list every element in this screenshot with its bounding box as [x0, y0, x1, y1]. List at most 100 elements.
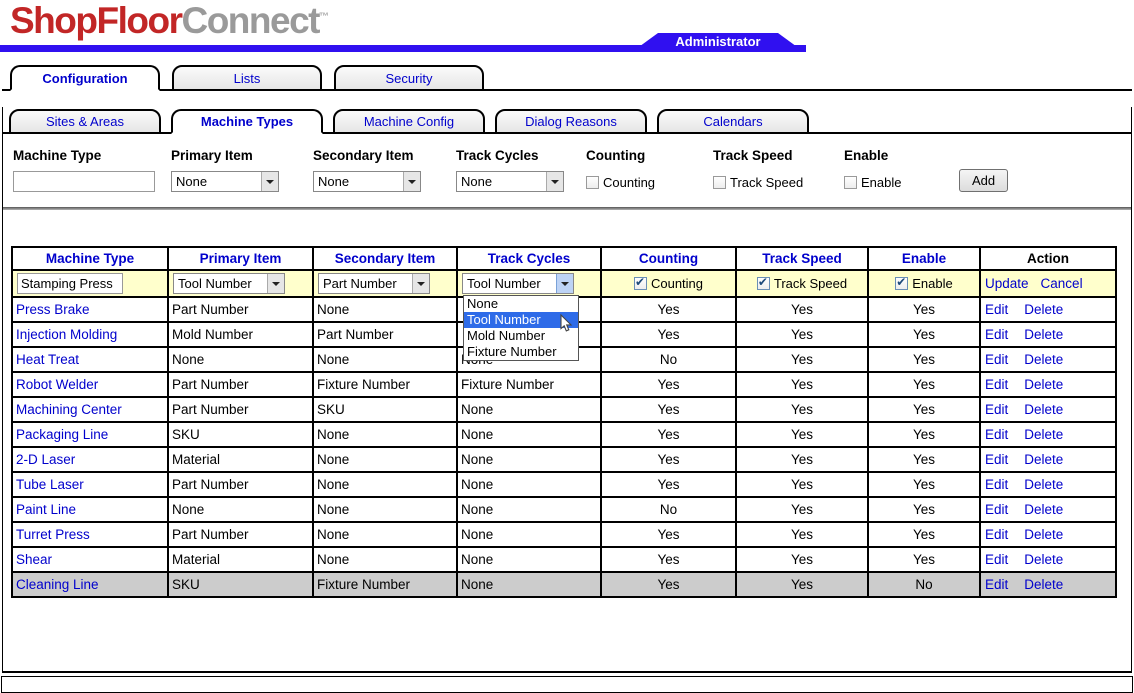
table-cell: None [457, 447, 601, 472]
table-cell: None [457, 422, 601, 447]
track-cycles-select[interactable]: None [456, 171, 564, 192]
table-cell: Part Number [168, 372, 313, 397]
subtab-machine-types[interactable]: Machine Types [171, 109, 323, 134]
secondary-item-select[interactable]: None [313, 171, 421, 192]
edit-track-speed-checkbox[interactable] [757, 277, 770, 290]
edit-track-cycles-select[interactable]: Tool Number [462, 273, 574, 294]
edit-link[interactable]: Edit [985, 427, 1008, 442]
edit-link[interactable]: Edit [985, 552, 1008, 567]
table-cell: Yes [868, 547, 980, 572]
dropdown-option[interactable]: None [464, 296, 578, 312]
delete-link[interactable]: Delete [1024, 377, 1063, 392]
edit-enable-checkbox[interactable] [895, 277, 908, 290]
enable-label: Enable [844, 148, 959, 164]
edit-link[interactable]: Edit [985, 577, 1008, 592]
tab-lists[interactable]: Lists [172, 65, 322, 91]
cancel-link[interactable]: Cancel [1041, 276, 1083, 291]
delete-link[interactable]: Delete [1024, 527, 1063, 542]
table-cell: None [457, 397, 601, 422]
select-value: None [314, 172, 403, 191]
machine-type-input[interactable] [13, 171, 155, 192]
table-row: Packaging LineSKUNoneNoneYesYesYesEditDe… [12, 422, 1116, 447]
form-field-track-speed: Track Speed Track Speed [713, 148, 844, 193]
machine-type-link[interactable]: Heat Treat [16, 352, 79, 367]
table-cell: Yes [736, 297, 868, 322]
enable-checkbox-label: Enable [861, 175, 901, 190]
table-cell: None [457, 472, 601, 497]
primary-item-select[interactable]: None [171, 171, 279, 192]
machine-type-link[interactable]: Paint Line [16, 502, 76, 517]
machine-type-link[interactable]: Press Brake [16, 302, 90, 317]
mouse-cursor-icon [560, 314, 574, 334]
select-value: Tool Number [174, 274, 267, 293]
edit-link[interactable]: Edit [985, 377, 1008, 392]
subtab-machine-config[interactable]: Machine Config [333, 109, 485, 134]
machine-type-link[interactable]: Cleaning Line [16, 577, 99, 592]
edit-link[interactable]: Edit [985, 302, 1008, 317]
add-machine-type-form: Machine Type Primary Item None Secondary… [3, 134, 1131, 193]
machine-type-label: Machine Type [13, 148, 171, 164]
machine-type-link[interactable]: Packaging Line [16, 427, 108, 442]
machine-type-link[interactable]: Machining Center [16, 402, 122, 417]
edit-link[interactable]: Edit [985, 402, 1008, 417]
main-tab-bar: Configuration Lists Security [2, 62, 1132, 91]
table-cell: Yes [736, 347, 868, 372]
select-value: None [457, 172, 546, 191]
machine-type-link[interactable]: 2-D Laser [16, 452, 75, 467]
edit-primary-item-select[interactable]: Tool Number [173, 273, 285, 294]
column-header-action: Action [980, 247, 1116, 270]
tab-configuration[interactable]: Configuration [10, 65, 160, 91]
form-field-counting: Counting Counting [586, 148, 713, 193]
machine-type-link[interactable]: Turret Press [16, 527, 90, 542]
delete-link[interactable]: Delete [1024, 577, 1063, 592]
tab-security[interactable]: Security [334, 65, 484, 91]
edit-counting-checkbox[interactable] [634, 277, 647, 290]
table-edit-row: Tool Number Part Number Tool Number [12, 270, 1116, 297]
chevron-down-icon [403, 172, 420, 191]
dropdown-option[interactable]: Fixture Number [464, 344, 578, 360]
update-link[interactable]: Update [985, 276, 1029, 291]
edit-machine-type-input[interactable] [17, 273, 123, 294]
delete-link[interactable]: Delete [1024, 427, 1063, 442]
delete-link[interactable]: Delete [1024, 402, 1063, 417]
subtab-dialog-reasons[interactable]: Dialog Reasons [495, 109, 647, 134]
table-cell: Yes [868, 297, 980, 322]
edit-link[interactable]: Edit [985, 452, 1008, 467]
subtab-sites-areas[interactable]: Sites & Areas [9, 109, 161, 134]
machine-type-link[interactable]: Robot Welder [16, 377, 98, 392]
footer-bar [1, 676, 1133, 693]
enable-checkbox[interactable] [844, 176, 857, 189]
edit-secondary-item-select[interactable]: Part Number [318, 273, 430, 294]
edit-link[interactable]: Edit [985, 327, 1008, 342]
edit-link[interactable]: Edit [985, 502, 1008, 517]
track-speed-checkbox[interactable] [713, 176, 726, 189]
table-cell: Fixture Number [313, 372, 457, 397]
delete-link[interactable]: Delete [1024, 552, 1063, 567]
table-cell: None [168, 497, 313, 522]
add-button[interactable]: Add [959, 169, 1008, 192]
delete-link[interactable]: Delete [1024, 352, 1063, 367]
column-header-counting: Counting [601, 247, 736, 270]
delete-link[interactable]: Delete [1024, 477, 1063, 492]
machine-type-link[interactable]: Injection Molding [16, 327, 117, 342]
table-cell: None [313, 422, 457, 447]
edit-link[interactable]: Edit [985, 477, 1008, 492]
counting-checkbox[interactable] [586, 176, 599, 189]
table-cell: Part Number [168, 472, 313, 497]
edit-link[interactable]: Edit [985, 352, 1008, 367]
delete-link[interactable]: Delete [1024, 502, 1063, 517]
delete-link[interactable]: Delete [1024, 302, 1063, 317]
sub-tab-bar: Sites & Areas Machine Types Machine Config… [3, 107, 1131, 134]
subtab-calendars[interactable]: Calendars [657, 109, 809, 134]
edit-link[interactable]: Edit [985, 527, 1008, 542]
table-cell: Yes [601, 322, 736, 347]
machine-type-link[interactable]: Tube Laser [16, 477, 84, 492]
table-cell: Part Number [168, 297, 313, 322]
table-cell: Yes [601, 522, 736, 547]
delete-link[interactable]: Delete [1024, 452, 1063, 467]
delete-link[interactable]: Delete [1024, 327, 1063, 342]
table-cell: No [601, 497, 736, 522]
content-panel: Sites & Areas Machine Types Machine Config… [2, 107, 1132, 673]
table-cell: Yes [736, 447, 868, 472]
machine-type-link[interactable]: Shear [16, 552, 52, 567]
